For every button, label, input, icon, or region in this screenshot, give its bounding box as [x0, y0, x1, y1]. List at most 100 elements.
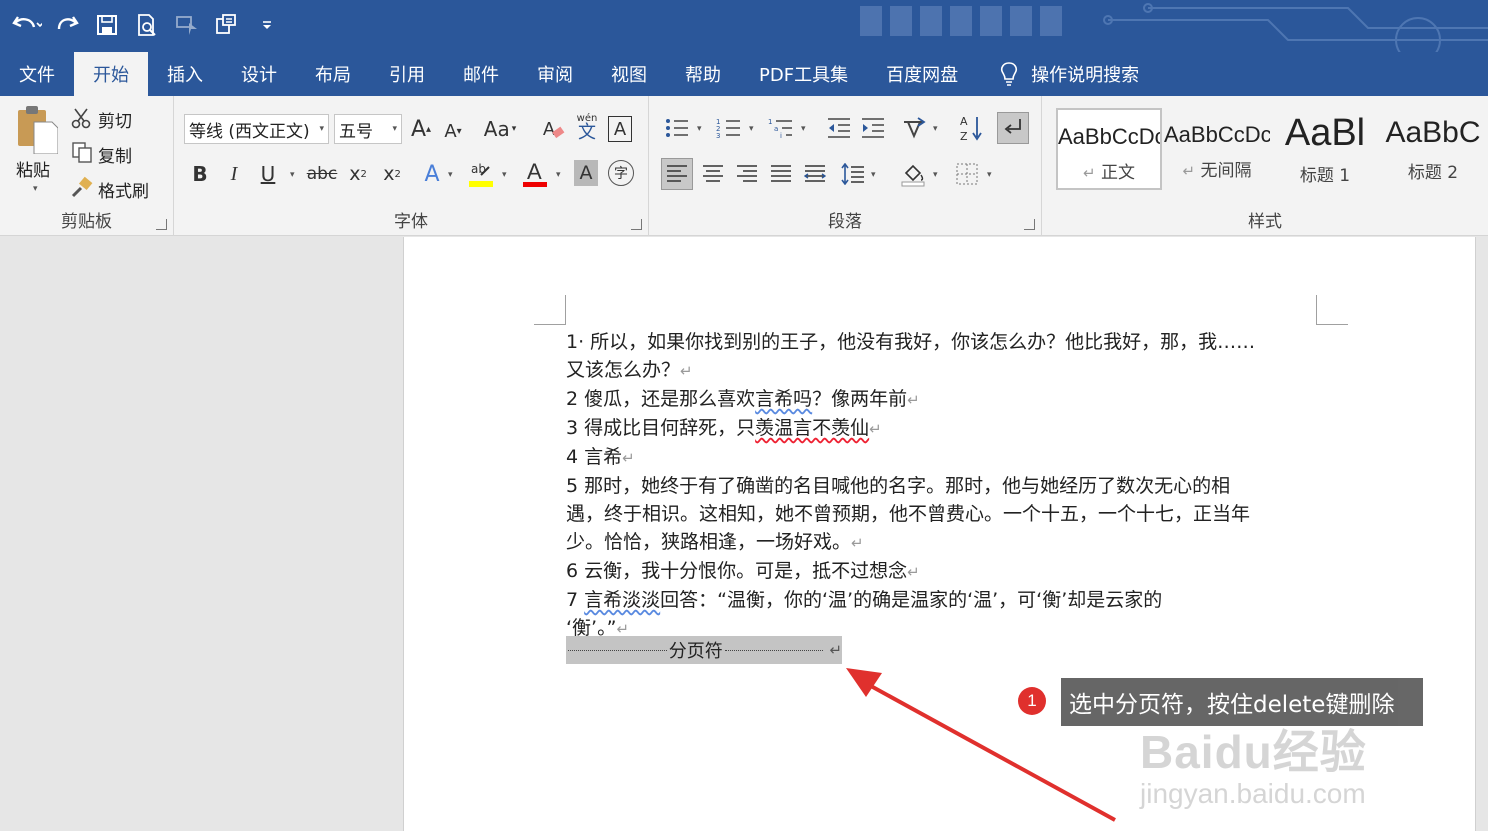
style-normal[interactable]: AaBbCcDc ↵ 正文: [1056, 108, 1162, 190]
tab-mailings[interactable]: 邮件: [444, 52, 518, 96]
chinese-layout-dropdown-icon[interactable]: ▾: [933, 124, 938, 134]
redo-icon[interactable]: [50, 8, 84, 42]
line-spacing-dropdown-icon[interactable]: ▾: [871, 170, 876, 180]
paragraph-launcher-icon[interactable]: [1024, 219, 1035, 230]
strikethrough-button[interactable]: abc: [306, 160, 338, 188]
sort-icon[interactable]: AZ: [957, 112, 985, 144]
ribbon-tabs: 文件 开始 插入 设计 布局 引用 邮件 审阅 视图 帮助 PDF工具集 百度网…: [0, 52, 1488, 96]
clipboard-launcher-icon[interactable]: [156, 219, 167, 230]
scissors-icon[interactable]: [70, 106, 94, 130]
save-icon[interactable]: [90, 8, 124, 42]
change-case-icon[interactable]: Aa ▾: [480, 114, 520, 144]
subscript-button[interactable]: x2: [344, 160, 372, 188]
enclose-characters-icon[interactable]: 字: [608, 160, 634, 186]
multilevel-list-icon[interactable]: 1ai: [767, 114, 795, 142]
style-heading-2[interactable]: AaBbC 标题 2: [1380, 108, 1486, 190]
text-effects-icon[interactable]: A: [418, 160, 446, 188]
style-no-spacing-preview: AaBbCcDc: [1164, 122, 1270, 147]
font-group: 等线 (西文正文) ▾ 五号 ▾ A ▴ A ▾ Aa ▾ A wén 文 A B I U…: [174, 96, 649, 236]
phonetic-bottom-label: 文: [578, 122, 596, 143]
align-center-icon[interactable]: [697, 158, 729, 190]
multilevel-dropdown-icon[interactable]: ▾: [801, 124, 806, 134]
style-no-spacing[interactable]: AaBbCcDc ↵ 无间隔: [1164, 108, 1270, 190]
doc-line: 3 得成比目何辞死，只羡温言不羡仙↵: [566, 417, 882, 439]
font-size-select[interactable]: 五号 ▾: [334, 114, 402, 144]
font-color-icon[interactable]: A: [520, 158, 550, 190]
undo-icon[interactable]: [10, 8, 44, 42]
style-normal-preview: AaBbCcDc: [1058, 124, 1160, 149]
underline-dropdown-icon[interactable]: ▾: [290, 170, 295, 180]
tab-review[interactable]: 审阅: [518, 52, 592, 96]
doc-line: 5 那时，她终于有了确凿的名目喊他的名字。那时，他与她经历了数次无心的相: [566, 475, 1231, 497]
bold-button[interactable]: B: [186, 160, 214, 188]
paste-label[interactable]: 粘贴: [16, 156, 50, 181]
shading-icon[interactable]: [897, 158, 929, 190]
line-spacing-icon[interactable]: [837, 158, 869, 190]
justify-icon[interactable]: [765, 158, 797, 190]
bullets-dropdown-icon[interactable]: ▾: [697, 124, 702, 134]
character-shading-icon[interactable]: A: [574, 160, 598, 186]
tab-file[interactable]: 文件: [0, 52, 74, 96]
distributed-icon[interactable]: [799, 158, 831, 190]
highlight-icon[interactable]: ab: [466, 158, 496, 190]
font-color-dropdown-icon[interactable]: ▾: [556, 170, 561, 180]
borders-dropdown-icon[interactable]: ▾: [987, 170, 992, 180]
bullets-icon[interactable]: [663, 114, 691, 142]
borders-icon[interactable]: [951, 158, 983, 190]
grow-font-icon[interactable]: A ▴: [408, 114, 434, 144]
increase-indent-icon[interactable]: [859, 114, 887, 142]
tab-pdf-tools[interactable]: PDF工具集: [740, 52, 867, 96]
superscript-button[interactable]: x2: [378, 160, 406, 188]
document-body[interactable]: 1· 所以，如果你找到别的王子，他没有我好，你该怎么办？他比我好，那，我…… 又…: [566, 328, 1318, 643]
doc-line: 7 言希淡淡回答：“温衡，你的‘温’的确是温家的‘温’，可‘衡’却是云家的: [566, 589, 1163, 611]
tell-me-search[interactable]: 操作说明搜索: [977, 52, 1139, 96]
style-normal-name: 正文: [1100, 163, 1135, 183]
clipboard-group-label: 剪贴板: [61, 212, 112, 232]
svg-text:A: A: [527, 159, 542, 184]
align-left-icon[interactable]: [661, 158, 693, 190]
tab-layout[interactable]: 布局: [296, 52, 370, 96]
style-no-spacing-name: 无间隔: [1200, 161, 1252, 181]
tab-view[interactable]: 视图: [592, 52, 666, 96]
font-group-label: 字体: [394, 212, 428, 232]
numbering-icon[interactable]: 123: [715, 114, 743, 142]
chinese-layout-icon[interactable]: [901, 114, 929, 142]
format-painter-icon[interactable]: [210, 8, 244, 42]
shading-dropdown-icon[interactable]: ▾: [933, 170, 938, 180]
italic-button[interactable]: I: [220, 160, 248, 188]
customize-icon[interactable]: [250, 8, 284, 42]
style-heading-1[interactable]: AaBl 标题 1: [1272, 108, 1378, 190]
numbering-dropdown-icon[interactable]: ▾: [749, 124, 754, 134]
underline-button[interactable]: U: [254, 160, 282, 188]
tab-help[interactable]: 帮助: [666, 52, 740, 96]
paste-icon[interactable]: [14, 104, 58, 154]
decrease-indent-icon[interactable]: [825, 114, 853, 142]
doc-line: 2 傻瓜，还是那么喜欢言希吗？像两年前↵: [566, 388, 920, 410]
paste-dropdown-icon[interactable]: ▾: [33, 184, 38, 194]
tab-insert[interactable]: 插入: [148, 52, 222, 96]
phonetic-guide-icon[interactable]: wén 文: [574, 110, 600, 146]
highlight-dropdown-icon[interactable]: ▾: [502, 170, 507, 180]
font-name-select[interactable]: 等线 (西文正文) ▾: [184, 114, 329, 144]
shrink-font-icon[interactable]: A ▾: [440, 116, 466, 146]
copy-icon[interactable]: [70, 140, 94, 164]
touch-mode-icon[interactable]: [170, 8, 204, 42]
page-break-selected[interactable]: 分页符 ↵: [566, 636, 842, 664]
clear-formatting-icon[interactable]: A: [540, 114, 566, 144]
print-preview-icon[interactable]: [130, 8, 164, 42]
change-case-label: Aa: [483, 117, 510, 141]
tab-design[interactable]: 设计: [222, 52, 296, 96]
format-painter-brush-icon[interactable]: [70, 175, 94, 199]
align-right-icon[interactable]: [731, 158, 763, 190]
cut-label[interactable]: 剪切: [98, 107, 132, 132]
tab-baidu-netdisk[interactable]: 百度网盘: [867, 52, 977, 96]
format-painter-label[interactable]: 格式刷: [98, 177, 149, 202]
copy-label[interactable]: 复制: [98, 142, 132, 167]
svg-text:i: i: [780, 132, 782, 140]
text-effects-dropdown-icon[interactable]: ▾: [448, 170, 453, 180]
tab-references[interactable]: 引用: [370, 52, 444, 96]
show-hide-marks-icon[interactable]: [997, 112, 1029, 144]
font-launcher-icon[interactable]: [631, 219, 642, 230]
character-border-icon[interactable]: A: [608, 116, 632, 142]
tab-home[interactable]: 开始: [74, 52, 148, 96]
